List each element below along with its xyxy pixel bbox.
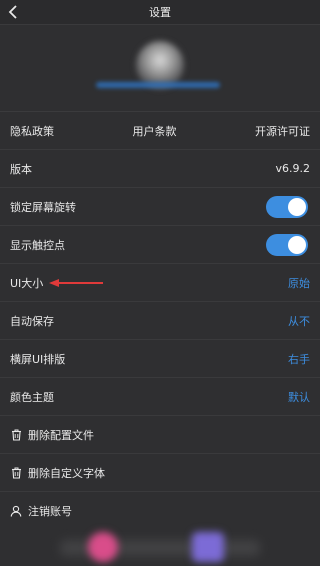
- username-blurred: [96, 82, 220, 88]
- legal-links-row: 隐私政策 用户条款 开源许可证: [0, 112, 320, 150]
- logout-label: 注销账号: [28, 504, 72, 518]
- lock-rotation-toggle[interactable]: [266, 195, 308, 218]
- back-button[interactable]: [4, 3, 22, 21]
- lock-rotation-row: 锁定屏幕旋转: [0, 188, 320, 226]
- version-row: 版本 v6.9.2: [0, 150, 320, 188]
- version-label: 版本: [10, 162, 32, 176]
- autosave-value[interactable]: 从不: [288, 313, 310, 329]
- color-theme-value[interactable]: 默认: [288, 389, 310, 405]
- trash-icon: [10, 467, 22, 479]
- landscape-layout-label: 横屏UI排版: [10, 352, 66, 366]
- toggle-knob: [288, 235, 306, 254]
- user-icon: [10, 505, 22, 517]
- show-touch-label: 显示触控点: [10, 238, 65, 252]
- color-theme-label: 颜色主题: [10, 390, 54, 404]
- autosave-label: 自动保存: [10, 314, 54, 328]
- logout-row[interactable]: 注销账号: [0, 492, 320, 530]
- show-touch-toggle[interactable]: [266, 233, 308, 256]
- version-value: v6.9.2: [275, 162, 311, 175]
- annotation-arrow: [49, 279, 103, 287]
- chevron-left-icon: [8, 5, 17, 19]
- blurred-app-icon: [88, 532, 118, 562]
- landscape-layout-value[interactable]: 右手: [288, 351, 310, 367]
- ui-size-row[interactable]: UI大小 原始: [0, 264, 320, 302]
- open-source-license-link[interactable]: 开源许可证: [255, 123, 310, 139]
- blurred-app-icon: [192, 532, 224, 562]
- privacy-policy-link[interactable]: 隐私政策: [10, 123, 54, 139]
- page-title: 设置: [149, 6, 171, 19]
- toggle-knob: [288, 197, 306, 216]
- landscape-layout-row[interactable]: 横屏UI排版 右手: [0, 340, 320, 378]
- user-terms-link[interactable]: 用户条款: [133, 123, 177, 139]
- ui-size-value[interactable]: 原始: [288, 275, 310, 291]
- delete-config-label: 删除配置文件: [28, 428, 94, 442]
- account-header: [0, 25, 320, 112]
- autosave-row[interactable]: 自动保存 从不: [0, 302, 320, 340]
- lock-rotation-label: 锁定屏幕旋转: [10, 200, 76, 214]
- show-touch-row: 显示触控点: [0, 226, 320, 264]
- color-theme-row[interactable]: 颜色主题 默认: [0, 378, 320, 416]
- delete-font-row[interactable]: 删除自定义字体: [0, 454, 320, 492]
- top-bar: 设置: [0, 0, 320, 25]
- delete-font-label: 删除自定义字体: [28, 466, 105, 480]
- delete-config-row[interactable]: 删除配置文件: [0, 416, 320, 454]
- trash-icon: [10, 429, 22, 441]
